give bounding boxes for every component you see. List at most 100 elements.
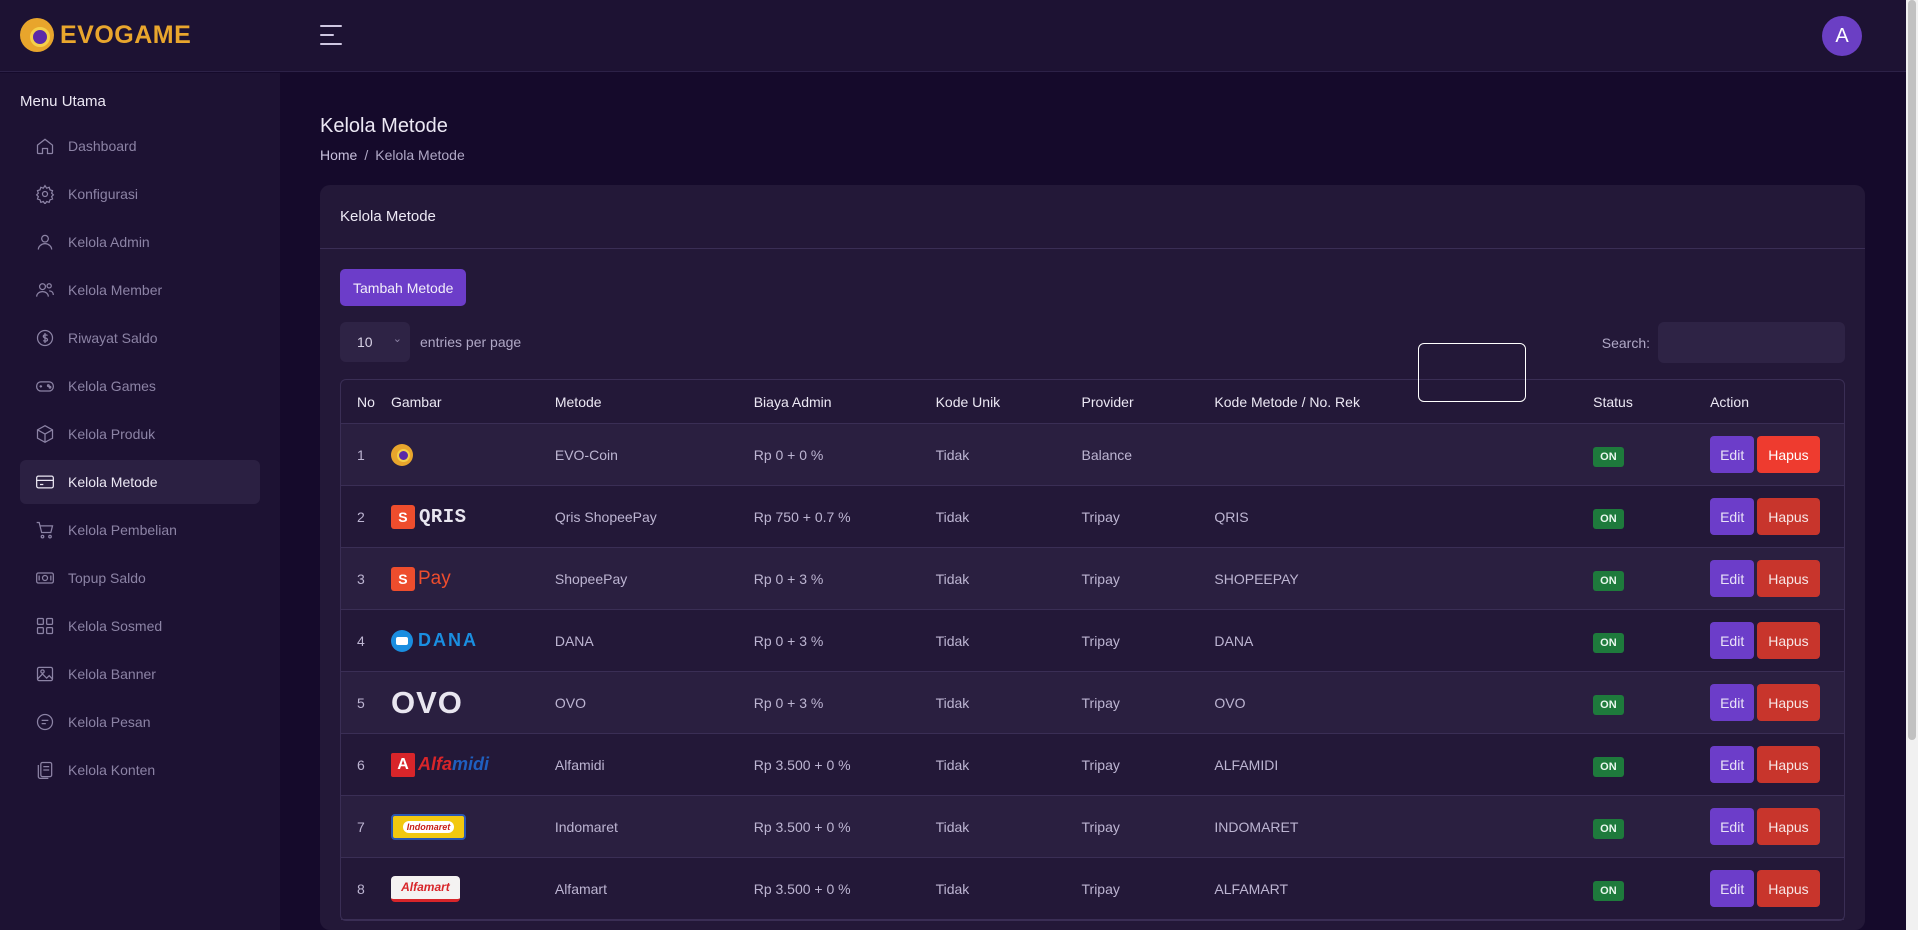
edit-button[interactable]: Edit <box>1710 746 1755 783</box>
sidebar-item-label: Kelola Sosmed <box>68 618 163 634</box>
sidebar-item-kelola-sosmed[interactable]: Kelola Sosmed <box>20 604 260 648</box>
page-title: Kelola Metode <box>320 115 448 137</box>
delete-button[interactable]: Hapus <box>1757 436 1820 473</box>
method-code: ALFAMIDI <box>1214 756 1279 773</box>
row-number: 4 <box>357 632 365 649</box>
admin-fee: Rp 0 + 3 % <box>753 570 824 587</box>
edit-button[interactable]: Edit <box>1710 436 1755 473</box>
add-method-button[interactable]: Tambah Metode <box>340 269 467 306</box>
gamepad-icon <box>34 375 56 397</box>
sidebar-item-label: Kelola Metode <box>68 474 158 490</box>
method-name: EVO-Coin <box>554 446 618 463</box>
shopeepay-logo-text: Pay <box>417 567 451 589</box>
indomaret-logo-text: Indomaret <box>402 820 455 833</box>
unique-code: Tidak <box>935 632 970 649</box>
sidebar-item-kelola-pesan[interactable]: Kelola Pesan <box>20 700 260 744</box>
admin-fee: Rp 3.500 + 0 % <box>753 880 851 897</box>
status-badge: ON <box>1593 508 1624 529</box>
edit-button[interactable]: Edit <box>1710 622 1755 659</box>
sidebar-item-kelola-games[interactable]: Kelola Games <box>20 364 260 408</box>
provider: Tripay <box>1081 508 1120 525</box>
alfamidi-logo-icon: A <box>390 752 415 777</box>
entries-select[interactable]: 10 <box>340 322 410 362</box>
sidebar-item-kelola-banner[interactable]: Kelola Banner <box>20 652 260 696</box>
method-logo: OVO <box>391 683 539 723</box>
edit-button[interactable]: Edit <box>1710 684 1755 721</box>
row-number: 7 <box>357 818 365 835</box>
admin-fee: Rp 0 + 3 % <box>753 694 824 711</box>
page-scrollbar[interactable] <box>1906 0 1918 930</box>
edit-button[interactable]: Edit <box>1710 498 1755 535</box>
provider: Tripay <box>1081 880 1120 897</box>
entries-per-page: 10 entries per page <box>340 322 521 362</box>
method-logo: Alfamart <box>390 869 539 909</box>
menu-toggle-icon[interactable] <box>320 25 342 45</box>
dragon-logo-icon <box>20 18 54 52</box>
sidebar-item-riwayat-saldo[interactable]: Riwayat Saldo <box>20 316 260 360</box>
breadcrumb: Home / Kelola Metode <box>320 147 465 163</box>
sidebar-item-kelola-konten[interactable]: Kelola Konten <box>20 748 260 792</box>
delete-button[interactable]: Hapus <box>1757 684 1820 721</box>
sidebar-item-label: Kelola Produk <box>68 426 156 442</box>
row-number: 8 <box>357 880 365 897</box>
sidebar-item-kelola-metode[interactable]: Kelola Metode <box>20 460 260 504</box>
ovo-logo-text: OVO <box>390 684 463 720</box>
table-row: 2 S QRIS Qris ShopeePay Rp 750 + 0.7 % Tidak T… <box>341 486 1844 548</box>
search-label: Search: <box>1601 334 1650 351</box>
method-code: DANA <box>1214 632 1254 649</box>
sidebar-item-label: Kelola Member <box>68 282 163 298</box>
search-box: Search: <box>1602 322 1845 363</box>
sidebar-item-konfigurasi[interactable]: Konfigurasi <box>20 172 260 216</box>
table-row: 3 S Pay ShopeePay Rp 0 + 3 % Tidak Tripay SHOPE… <box>341 548 1844 610</box>
delete-button[interactable]: Hapus <box>1757 808 1820 845</box>
dana-logo-text: DANA <box>417 630 478 650</box>
methods-card: Kelola Metode Tambah Metode 10 entries p… <box>320 185 1865 930</box>
method-logo: S Pay <box>390 559 539 599</box>
brand-logo[interactable]: EVOGAME <box>20 18 191 52</box>
edit-button[interactable]: Edit <box>1710 560 1755 597</box>
status-badge: ON <box>1593 694 1624 715</box>
home-icon <box>34 135 56 157</box>
sidebar-item-kelola-admin[interactable]: Kelola Admin <box>20 220 260 264</box>
sidebar-item-topup-saldo[interactable]: Topup Saldo <box>20 556 260 600</box>
sidebar-item-label: Kelola Pembelian <box>68 522 177 538</box>
unique-code: Tidak <box>935 508 970 525</box>
sidebar-item-kelola-pembelian[interactable]: Kelola Pembelian <box>20 508 260 552</box>
sidebar-menu: Dashboard Konfigurasi Kelola Admin Kelola M… <box>20 124 260 796</box>
dana-logo-icon <box>390 629 413 652</box>
document-icon <box>34 759 56 781</box>
edit-button[interactable]: Edit <box>1710 870 1755 907</box>
card-title: Kelola Metode <box>320 185 1865 249</box>
sidebar-item-label: Kelola Admin <box>68 234 150 250</box>
delete-button[interactable]: Hapus <box>1757 622 1820 659</box>
delete-button[interactable]: Hapus <box>1757 498 1820 535</box>
method-logo: Indomaret <box>390 807 539 847</box>
method-name: Alfamidi <box>554 756 605 773</box>
sidebar-item-kelola-produk[interactable]: Kelola Produk <box>20 412 260 456</box>
column-header: Status <box>1593 393 1633 410</box>
sidebar-item-dashboard[interactable]: Dashboard <box>20 124 260 168</box>
shopee-logo-icon: S <box>390 504 415 529</box>
status-badge: ON <box>1593 446 1624 467</box>
sidebar-item-kelola-member[interactable]: Kelola Member <box>20 268 260 312</box>
column-header: Biaya Admin <box>753 393 832 410</box>
table-row: 7 Indomaret Indomaret Rp 3.500 + 0 % Tidak Tr… <box>341 796 1844 858</box>
shopee-logo-icon: S <box>390 566 415 591</box>
sidebar-item-label: Kelola Banner <box>68 666 156 682</box>
provider: Tripay <box>1081 632 1120 649</box>
avatar[interactable]: A <box>1822 16 1862 56</box>
method-code: ALFAMART <box>1214 880 1289 897</box>
status-badge: ON <box>1593 818 1624 839</box>
delete-button[interactable]: Hapus <box>1757 560 1820 597</box>
scrollbar-thumb[interactable] <box>1908 0 1916 740</box>
edit-button[interactable]: Edit <box>1710 808 1755 845</box>
delete-button[interactable]: Hapus <box>1757 870 1820 907</box>
status-badge: ON <box>1593 632 1624 653</box>
method-name: Qris ShopeePay <box>554 508 657 525</box>
breadcrumb-home-link[interactable]: Home <box>320 147 357 163</box>
delete-button[interactable]: Hapus <box>1757 746 1820 783</box>
search-input[interactable] <box>1658 322 1845 363</box>
column-header: Gambar <box>390 393 442 410</box>
method-logo: A Alfamidi <box>390 745 539 785</box>
breadcrumb-separator: / <box>364 147 369 163</box>
